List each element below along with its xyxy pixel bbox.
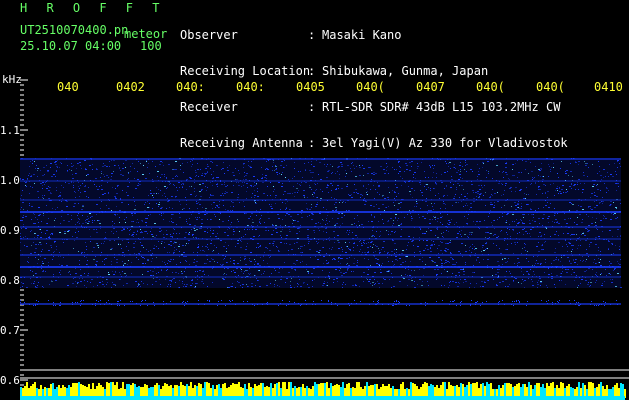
meta-row-location: Receiving Location: Shibukawa, Gunma, Ja…	[180, 64, 489, 78]
y-tick-label: 1.1	[0, 124, 20, 137]
time-tick-label: 040:	[176, 80, 205, 94]
count-value: 100	[140, 39, 162, 53]
time-tick-label: 0407	[416, 80, 445, 94]
time-tick-label: 040(	[536, 80, 565, 94]
time-tick-label: 040:	[236, 80, 265, 94]
time-tick-label: 0410	[594, 80, 623, 94]
meta-row-receiver: Receiver: RTL-SDR SDR# 43dB L15 103.2MHz…	[180, 100, 561, 114]
date-time: 25.10.07 04:00	[20, 39, 122, 53]
time-tick-label: 040(	[356, 80, 385, 94]
spectrogram-band	[20, 303, 621, 305]
spectrogram-band	[20, 266, 621, 268]
time-tick-label: 0402	[116, 80, 145, 94]
time-tick-label: 0405	[296, 80, 325, 94]
time-tick-label: 040	[57, 80, 79, 94]
y-tick-label: 0.7	[0, 324, 20, 337]
y-tick-label: 0.9	[0, 224, 20, 237]
spectrogram-band	[20, 199, 621, 201]
spectrogram-band	[20, 180, 621, 182]
frequency-unit: kHz	[2, 73, 22, 86]
time-tick-label: 040(	[476, 80, 505, 94]
file-name: UT2510070400.pn	[20, 23, 129, 37]
app-brand: H R O F F T	[20, 1, 166, 15]
spectrogram-band	[20, 238, 621, 240]
y-tick-label: 0.8	[0, 274, 20, 287]
spectrogram-band	[20, 211, 621, 213]
y-tick-label: 1.0	[0, 174, 20, 187]
spectrogram-band	[20, 226, 621, 228]
meta-row-antenna: Receiving Antenna: 3el Yagi(V) Az 330 fo…	[180, 136, 568, 150]
spectrogram-band	[20, 276, 621, 278]
meter-baseline	[20, 396, 625, 400]
y-tick-label: 0.6	[0, 374, 20, 387]
spectrogram-band	[20, 254, 621, 256]
meta-row-observer: Observer: Masaki Kano	[180, 28, 402, 42]
signal-level-meter	[20, 382, 626, 400]
spectrogram-noise	[20, 158, 622, 288]
